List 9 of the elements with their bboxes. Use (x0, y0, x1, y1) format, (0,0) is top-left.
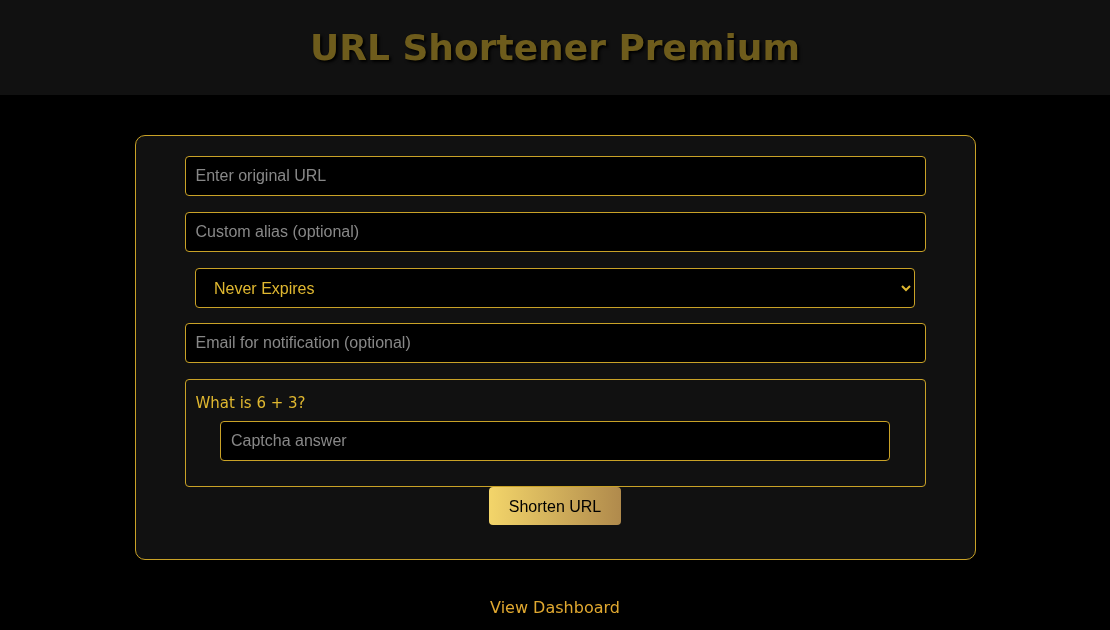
captcha-question: What is 6 + 3? (195, 393, 307, 414)
input-field[interactable]: Email for notification (optional) (184, 323, 926, 363)
input-field[interactable]: Enter original URL (184, 156, 926, 196)
input-field[interactable]: Custom alias (optional) (184, 212, 926, 252)
dashboard-link[interactable]: View Dashboard (490, 597, 620, 617)
expiry-dropdown[interactable]: Never Expires (195, 268, 915, 308)
captcha-field[interactable]: Captcha answer (220, 420, 890, 461)
page-title: URL Shortener Premium (310, 25, 800, 70)
shorten-button[interactable]: Shorten URL (488, 486, 622, 525)
